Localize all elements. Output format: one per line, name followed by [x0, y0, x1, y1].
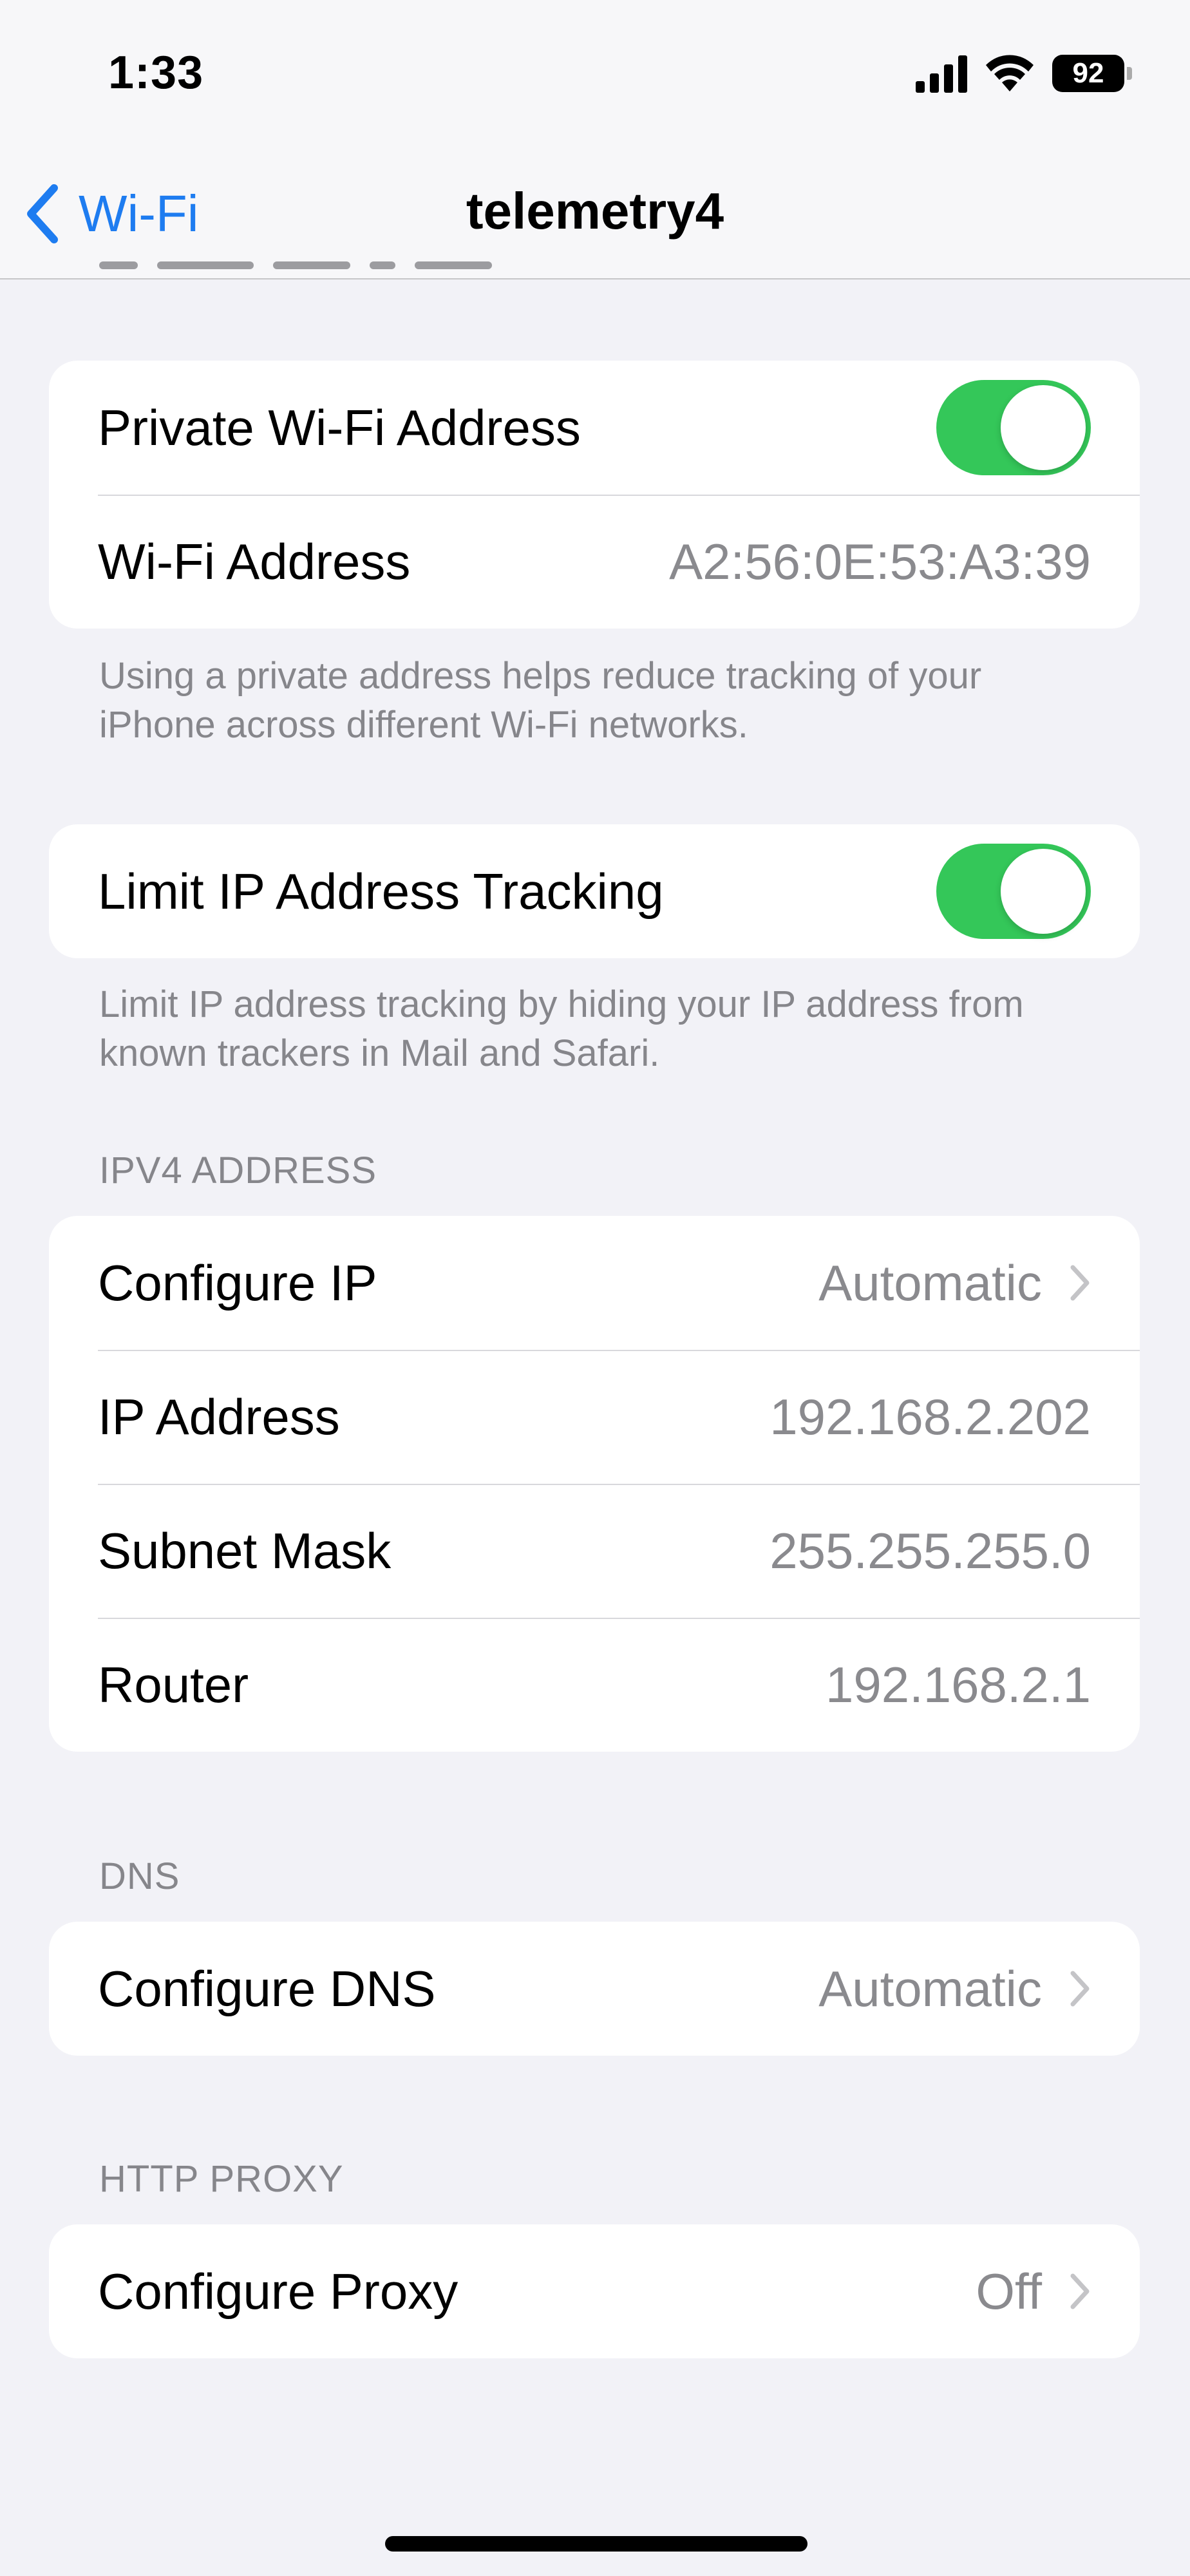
private-address-row: Private Wi-Fi Address	[49, 361, 1140, 495]
chevron-right-icon	[1070, 1971, 1090, 2007]
configure-proxy-value: Off	[976, 2262, 1042, 2320]
private-address-card: Private Wi-Fi Address Wi-Fi Address A2:5…	[49, 361, 1140, 629]
wifi-address-label: Wi-Fi Address	[98, 533, 411, 590]
ip-address-label: IP Address	[98, 1388, 340, 1445]
wifi-icon	[986, 55, 1034, 91]
proxy-card: Configure Proxy Off	[49, 2224, 1140, 2358]
wifi-address-value: A2:56:0E:53:A3:39	[669, 533, 1091, 590]
router-value: 192.168.2.1	[825, 1656, 1091, 1713]
limit-tracking-footer: Limit IP address tracking by hiding your…	[99, 983, 1024, 1074]
chevron-right-icon	[1070, 2273, 1090, 2309]
navigation-bar: Wi-Fi telemetry4	[0, 148, 1190, 279]
limit-tracking-row: Limit IP Address Tracking	[49, 824, 1140, 958]
subnet-mask-row: Subnet Mask 255.255.255.0	[49, 1484, 1140, 1618]
configure-dns-value-wrap: Automatic	[818, 1960, 1091, 2018]
status-bar: 1:33 92	[0, 0, 1190, 148]
private-address-toggle[interactable]	[936, 380, 1091, 475]
ipv4-section-header: IPV4 ADDRESS	[99, 1150, 377, 1191]
home-indicator[interactable]	[385, 2536, 808, 2552]
limit-tracking-toggle[interactable]	[936, 844, 1091, 939]
scrolled-text-fragment	[99, 261, 550, 277]
toggle-knob	[1001, 385, 1086, 470]
wifi-address-row: Wi-Fi Address A2:56:0E:53:A3:39	[49, 495, 1140, 629]
ipv4-card: Configure IP Automatic IP Address 192.16…	[49, 1216, 1140, 1752]
ip-address-row: IP Address 192.168.2.202	[49, 1350, 1140, 1484]
ip-address-value: 192.168.2.202	[770, 1388, 1091, 1445]
configure-proxy-value-wrap: Off	[976, 2262, 1091, 2321]
dns-card: Configure DNS Automatic	[49, 1922, 1140, 2056]
page-title: telemetry4	[466, 182, 724, 240]
configure-proxy-label: Configure Proxy	[98, 2262, 458, 2320]
chevron-right-icon	[1070, 1265, 1090, 1301]
private-address-label: Private Wi-Fi Address	[98, 399, 581, 456]
dns-section-header: DNS	[99, 1855, 180, 1897]
status-time: 1:33	[108, 47, 204, 99]
router-label: Router	[98, 1656, 249, 1713]
configure-dns-label: Configure DNS	[98, 1960, 436, 2017]
signal-icon	[916, 54, 967, 93]
proxy-section-header: HTTP PROXY	[99, 2158, 344, 2200]
router-row: Router 192.168.2.1	[49, 1618, 1140, 1752]
configure-ip-row[interactable]: Configure IP Automatic	[49, 1216, 1140, 1350]
limit-tracking-card: Limit IP Address Tracking	[49, 824, 1140, 958]
configure-proxy-row[interactable]: Configure Proxy Off	[49, 2224, 1140, 2358]
battery-icon: 92	[1052, 55, 1124, 92]
toggle-knob	[1001, 849, 1086, 934]
subnet-mask-label: Subnet Mask	[98, 1522, 392, 1579]
configure-dns-value: Automatic	[818, 1960, 1042, 2017]
subnet-mask-value: 255.255.255.0	[770, 1522, 1091, 1579]
configure-ip-value: Automatic	[818, 1254, 1042, 1311]
configure-dns-row[interactable]: Configure DNS Automatic	[49, 1922, 1140, 2056]
private-address-footer: Using a private address helps reduce tra…	[99, 655, 982, 746]
battery-level: 92	[1072, 57, 1104, 89]
limit-tracking-label: Limit IP Address Tracking	[98, 862, 664, 920]
status-icons: 92	[916, 54, 1132, 93]
configure-ip-value-wrap: Automatic	[818, 1254, 1091, 1312]
configure-ip-label: Configure IP	[98, 1254, 377, 1311]
